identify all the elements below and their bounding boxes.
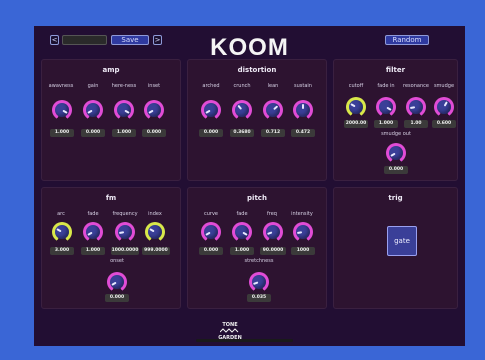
knob-body (86, 103, 100, 117)
knob-label: awavness (48, 83, 74, 89)
knob-label: crunch (233, 83, 251, 89)
knob-body (204, 103, 218, 117)
knob-label: stretchness (244, 258, 274, 264)
value-display: 0.600 (432, 120, 456, 128)
value-display: 1.000 (374, 120, 398, 128)
smudge-out-knob[interactable] (386, 143, 406, 163)
resonance-knob[interactable] (406, 97, 426, 117)
knob-label: onset (110, 258, 124, 264)
value-display: 90.0000 (260, 247, 286, 255)
value-display: 0.000 (142, 129, 166, 137)
knob-label: here-ness (111, 83, 137, 89)
knob-label: fade in (377, 83, 395, 89)
top-bar: < Save > KOOM Random (34, 32, 465, 61)
value-display: 1.00 (404, 120, 428, 128)
arc-knob[interactable] (52, 222, 72, 242)
inset-knob[interactable] (144, 100, 164, 120)
value-display: 999.0000 (142, 247, 170, 255)
trig-panel: trig gate (333, 187, 458, 309)
knob-label: intensity (291, 211, 313, 217)
arched-knob[interactable] (201, 100, 221, 120)
value-display: 0.000 (105, 294, 129, 302)
value-display: 1000.0000 (111, 247, 139, 255)
frequency-knob[interactable] (115, 222, 135, 242)
fade-knob[interactable] (232, 222, 252, 242)
knob-label: lean (267, 83, 279, 89)
knob-body (110, 275, 124, 289)
value-display: 1.000 (50, 129, 74, 137)
fade-knob[interactable] (83, 222, 103, 242)
value-display: 2000.00 (344, 120, 368, 128)
curve-knob[interactable] (201, 222, 221, 242)
knob-label: fade (236, 211, 248, 217)
fade-in-knob[interactable] (376, 97, 396, 117)
lean-knob[interactable] (263, 100, 283, 120)
sustain-knob[interactable] (293, 100, 313, 120)
filter-panel: filter cutoff fade in resonance smudge 2… (333, 59, 458, 181)
gate-button[interactable]: gate (387, 226, 417, 256)
panel-title: fm (105, 194, 117, 202)
knob-label: fade (87, 211, 99, 217)
random-button[interactable]: Random (385, 35, 429, 45)
home-indicator[interactable] (196, 339, 293, 342)
knob-label: frequency (112, 211, 138, 217)
value-display: 1.000 (112, 129, 136, 137)
pitch-panel: pitch curve fade freq intensity 0.000 1.… (187, 187, 327, 309)
value-display: 1.000 (81, 247, 105, 255)
here-ness-knob[interactable] (114, 100, 134, 120)
plugin-window: < Save > KOOM Random amp awavness gain h… (34, 26, 465, 346)
knob-body (147, 103, 161, 117)
amp-panel: amp awavness gain here-ness inset 1.000 … (41, 59, 181, 181)
panel-title: amp (102, 66, 120, 74)
value-display: 0.000 (199, 247, 223, 255)
value-display: 3.000 (50, 247, 74, 255)
distortion-panel: distortion arched crunch lean sustain 0.… (187, 59, 327, 181)
knob-body (86, 225, 100, 239)
knob-body (204, 225, 218, 239)
knob-body (437, 100, 451, 114)
intensity-knob[interactable] (293, 222, 313, 242)
value-display: 0.000 (81, 129, 105, 137)
knob-label: cutoff (348, 83, 364, 89)
freq-knob[interactable] (263, 222, 283, 242)
crunch-knob[interactable] (232, 100, 252, 120)
knob-label: gain (87, 83, 99, 89)
knob-label: inset (147, 83, 161, 89)
value-display: 1000 (291, 247, 315, 255)
knob-pointer (302, 104, 304, 109)
value-display: 0.3680 (230, 129, 254, 137)
panel-title: filter (385, 66, 406, 74)
awavness-knob[interactable] (52, 100, 72, 120)
panel-title: pitch (247, 194, 267, 202)
knob-label: sustain (294, 83, 312, 89)
value-display: 0.000 (384, 166, 408, 174)
knob-label: resonance (403, 83, 429, 89)
value-display: 1.000 (230, 247, 254, 255)
panel-title: distortion (237, 66, 277, 74)
value-display: 0.472 (291, 129, 315, 137)
value-display: 0.712 (261, 129, 285, 137)
knob-label: smudge out (381, 131, 411, 137)
value-display: 0.035 (247, 294, 271, 302)
knob-body (389, 146, 403, 160)
knob-label: curve (203, 211, 218, 217)
knob-label: arched (202, 83, 220, 89)
stretchness-knob[interactable] (249, 272, 269, 292)
onset-knob[interactable] (107, 272, 127, 292)
wave-icon (219, 328, 239, 333)
knob-body (266, 103, 280, 117)
index-knob[interactable] (145, 222, 165, 242)
panel-title: trig (388, 194, 403, 202)
knob-label: index (148, 211, 162, 217)
fm-panel: fm arc fade frequency index 3.000 1.000 … (41, 187, 181, 309)
smudge-knob[interactable] (434, 97, 454, 117)
value-display: 0.000 (199, 129, 223, 137)
knob-label: freq (267, 211, 277, 217)
knob-label: arc (57, 211, 65, 217)
gain-knob[interactable] (83, 100, 103, 120)
cutoff-knob[interactable] (346, 97, 366, 117)
knob-label: smudge (433, 83, 455, 89)
